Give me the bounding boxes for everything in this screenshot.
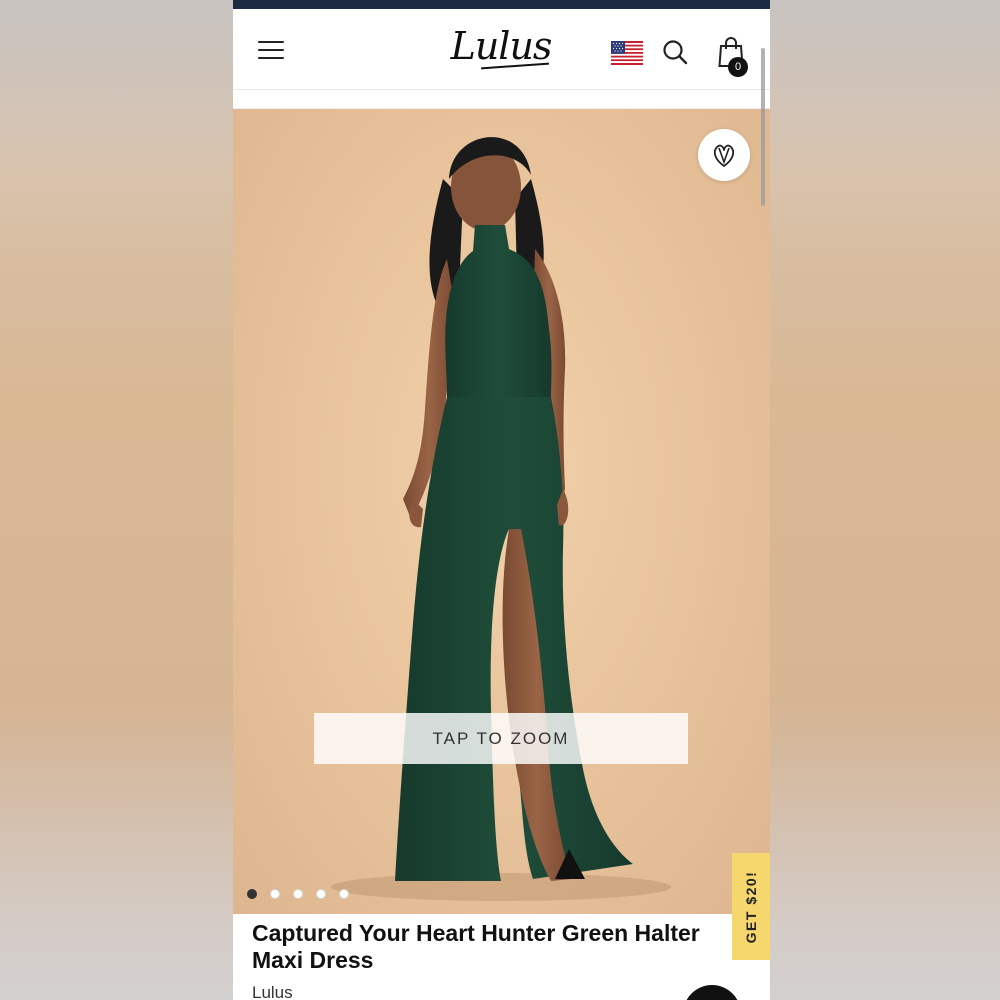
cart-count-badge: 0 xyxy=(728,57,748,77)
product-brand[interactable]: Lulus xyxy=(252,983,293,1000)
carousel-dot-4[interactable] xyxy=(316,889,326,899)
mobile-page: Lulus 0 TAP TO ZOOM GET $20! Captured Yo… xyxy=(233,0,770,1000)
hamburger-menu-icon[interactable] xyxy=(258,41,284,61)
us-flag-icon[interactable] xyxy=(611,41,643,65)
left-blurred-background xyxy=(0,0,233,1000)
get-20-promo-tab[interactable]: GET $20! xyxy=(732,853,770,960)
product-photo xyxy=(331,137,671,901)
header-sub-strip xyxy=(233,90,770,109)
carousel-dot-1[interactable] xyxy=(247,889,257,899)
heart-icon xyxy=(713,144,735,167)
site-header: Lulus 0 xyxy=(233,9,770,90)
top-accent-bar xyxy=(233,0,770,9)
product-image-carousel[interactable]: TAP TO ZOOM xyxy=(233,109,770,914)
search-icon[interactable] xyxy=(661,38,689,66)
carousel-dot-5[interactable] xyxy=(339,889,349,899)
page-scrollbar[interactable] xyxy=(761,48,765,206)
tap-to-zoom-button[interactable]: TAP TO ZOOM xyxy=(314,713,688,764)
wishlist-button[interactable] xyxy=(698,129,750,181)
chat-button[interactable] xyxy=(683,985,741,1000)
promo-label: GET $20! xyxy=(743,870,759,943)
carousel-dot-2[interactable] xyxy=(270,889,280,899)
carousel-dot-3[interactable] xyxy=(293,889,303,899)
right-blurred-background xyxy=(770,0,1000,1000)
product-title: Captured Your Heart Hunter Green Halter … xyxy=(252,920,700,973)
